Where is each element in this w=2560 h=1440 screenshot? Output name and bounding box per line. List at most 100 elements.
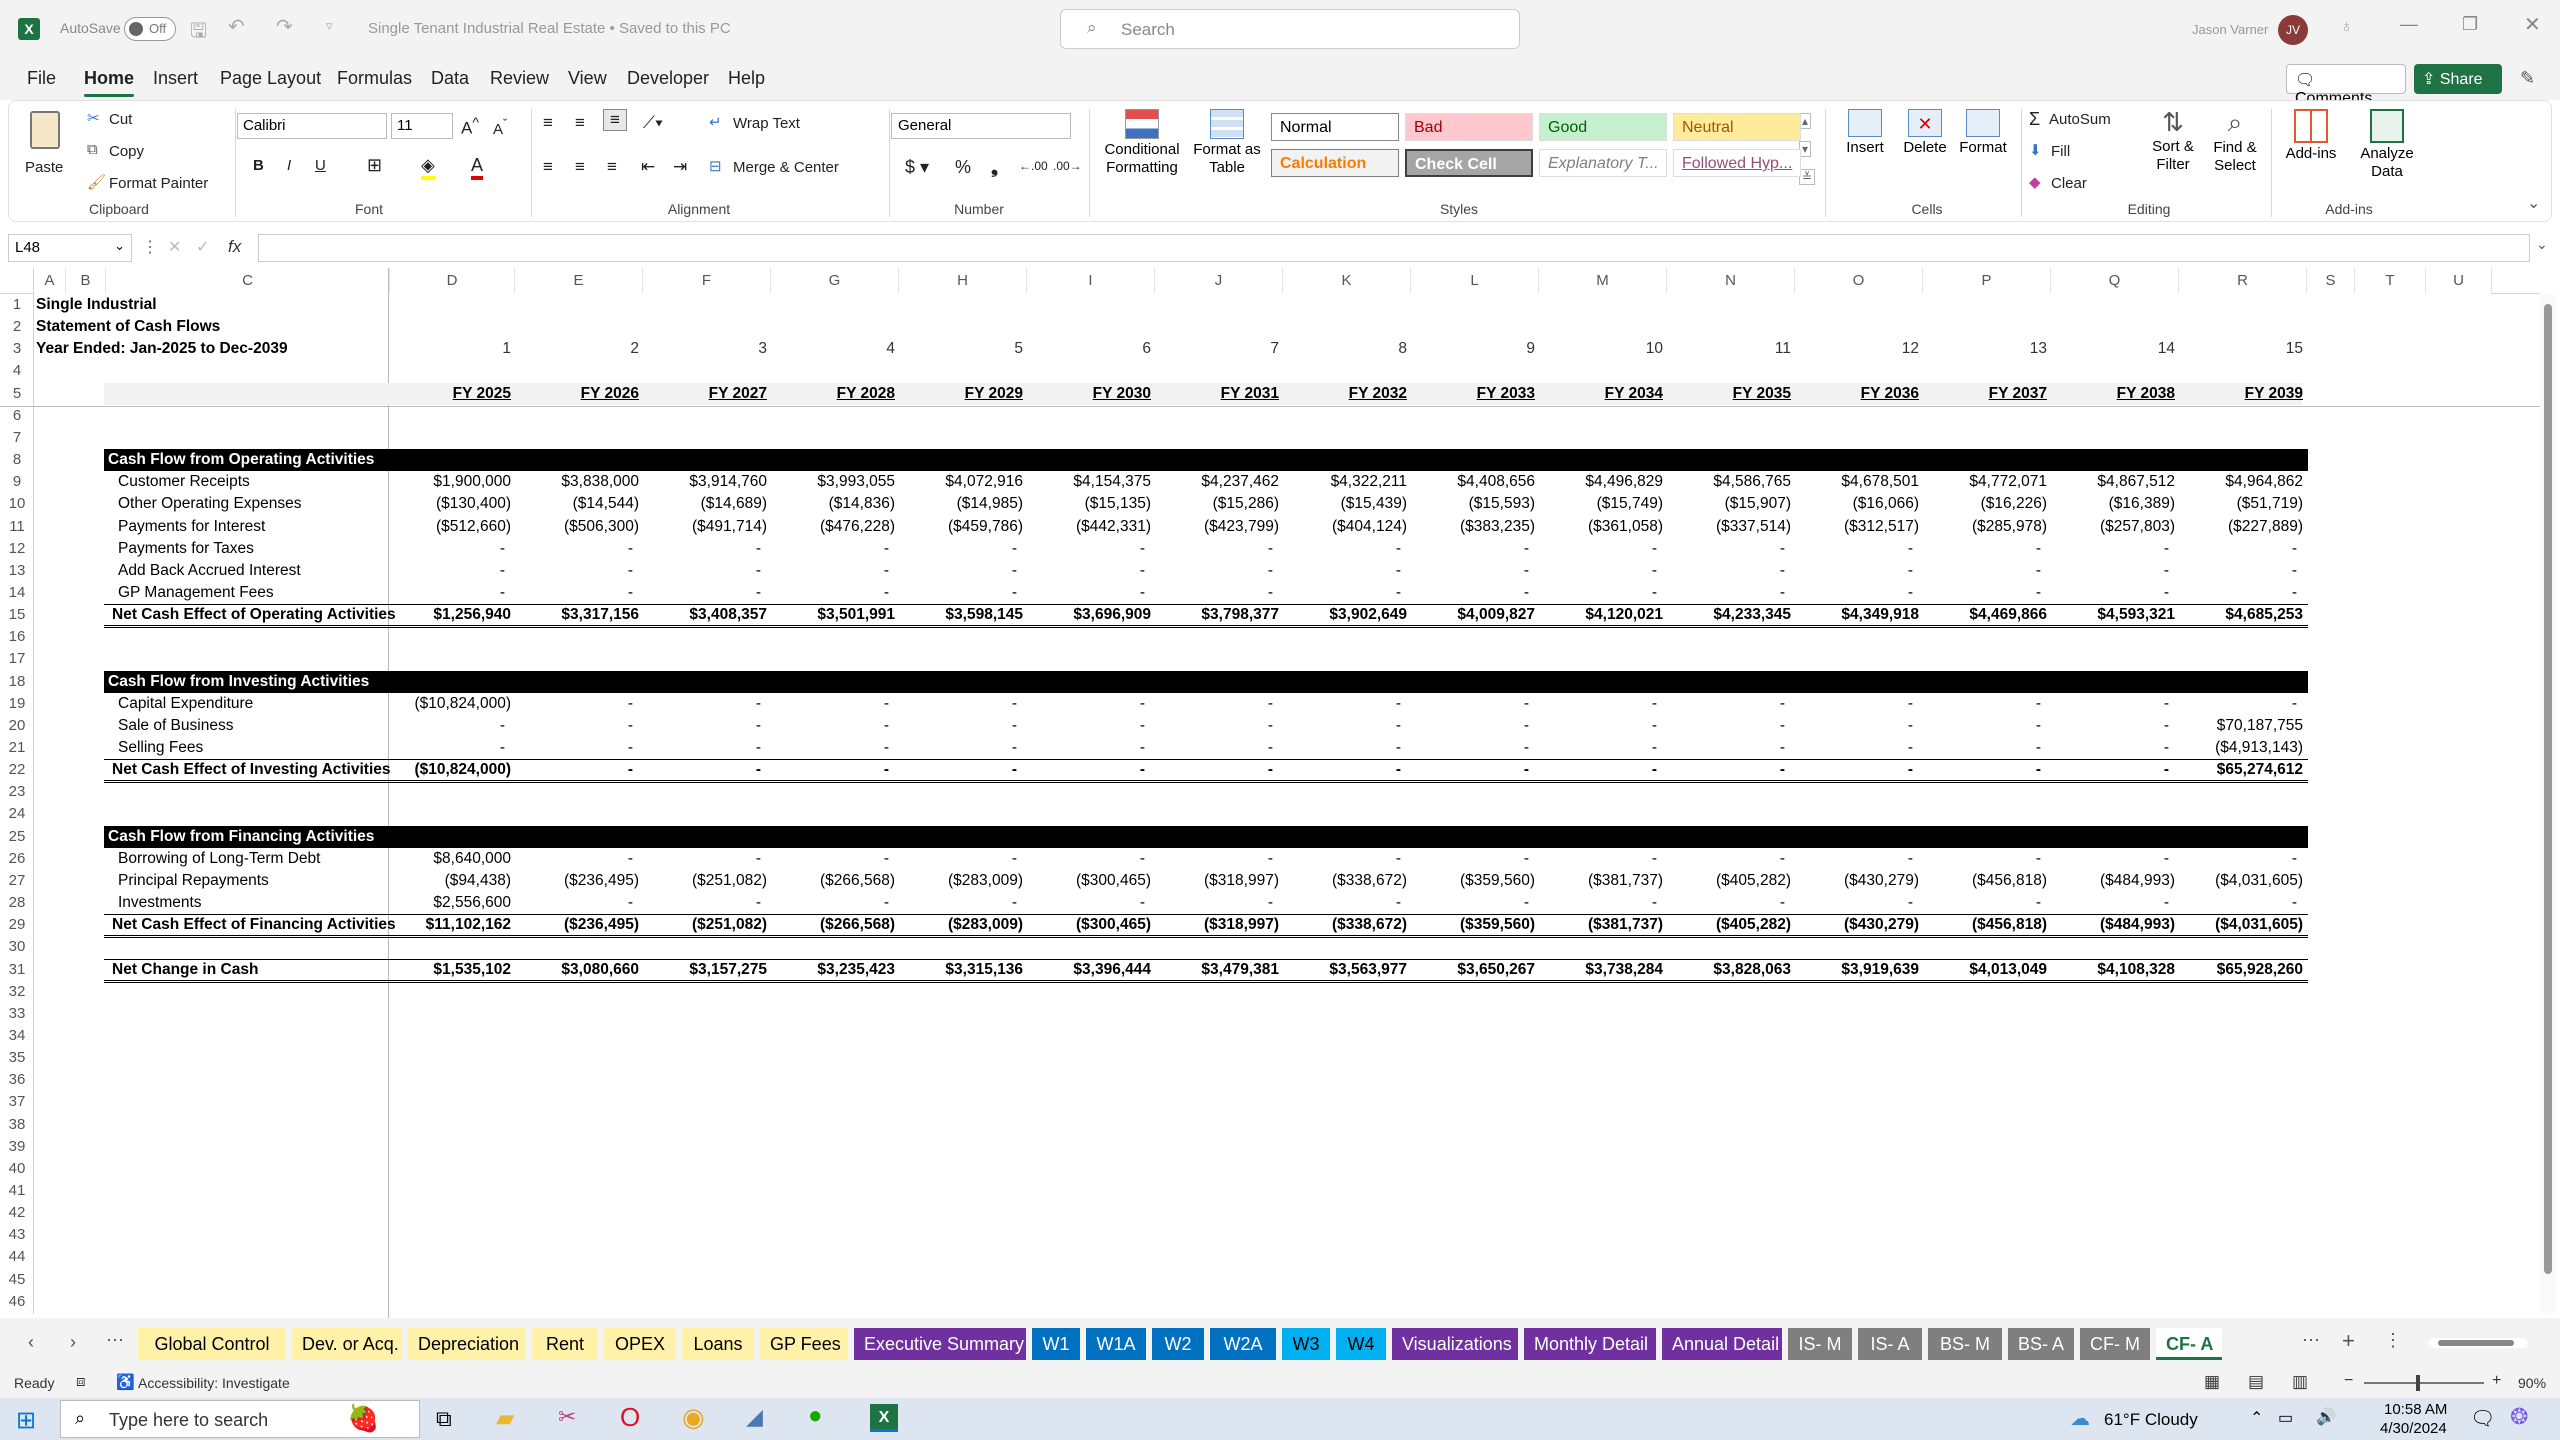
vertical-scrollbar-thumb[interactable] (2544, 304, 2552, 1274)
font-size-select[interactable]: 11 (391, 113, 453, 139)
formula-input[interactable] (258, 234, 2530, 262)
increase-decimal-icon[interactable]: ←.00 (1019, 159, 1048, 173)
feedback-icon[interactable]: ✎ (2520, 68, 2535, 89)
excel-taskbar-icon[interactable]: X (870, 1404, 898, 1432)
insert-function-icon[interactable]: fx (228, 237, 241, 257)
row-header[interactable]: 34 (0, 1025, 34, 1047)
upwork-icon[interactable]: ● (808, 1402, 823, 1430)
row-header[interactable]: 8 (0, 449, 34, 471)
more-icon[interactable]: ⋮ (142, 237, 158, 257)
row-header[interactable]: 20 (0, 715, 34, 737)
row-header[interactable]: 24 (0, 803, 34, 825)
row-header[interactable]: 6 (0, 405, 34, 427)
format-painter-button[interactable]: Format Painter (109, 175, 208, 192)
zoom-out-icon[interactable]: − (2344, 1372, 2353, 1390)
sheet-tab-global-control[interactable]: Global Control (138, 1328, 286, 1360)
wrap-text-button[interactable]: Wrap Text (733, 115, 800, 132)
row-header[interactable]: 27 (0, 870, 34, 892)
row-header[interactable]: 41 (0, 1180, 34, 1202)
row-header[interactable]: 19 (0, 693, 34, 715)
sheet-tab-bs-a[interactable]: BS- A (2008, 1328, 2074, 1360)
restore-icon[interactable]: ❐ (2462, 14, 2478, 35)
row-header[interactable]: 10 (0, 493, 34, 515)
zoom-slider[interactable] (2364, 1375, 2484, 1391)
avatar[interactable]: JV (2278, 15, 2308, 45)
sheet-tab-cf-a[interactable]: CF- A (2156, 1328, 2222, 1360)
scroll-tabs-left-icon[interactable]: ‹ (28, 1332, 34, 1353)
opera-icon[interactable]: O (620, 1402, 640, 1433)
decrease-font-icon[interactable]: Aˇ (493, 117, 507, 138)
row-header[interactable]: 13 (0, 560, 34, 582)
styles-more-icon[interactable]: ≚ (1799, 169, 1816, 185)
expand-formula-icon[interactable]: ⌄ (2536, 236, 2548, 253)
windows-start-icon[interactable]: ⊞ (16, 1406, 36, 1435)
cell-style-calculation[interactable]: Calculation (1271, 149, 1399, 177)
cut-button[interactable]: Cut (109, 111, 132, 128)
row-header[interactable]: 28 (0, 892, 34, 914)
sheet-options-icon[interactable]: ⋮ (2384, 1330, 2402, 1351)
row-header[interactable]: 33 (0, 1003, 34, 1025)
row-header[interactable]: 38 (0, 1114, 34, 1136)
row-header[interactable]: 45 (0, 1269, 34, 1291)
row-header[interactable]: 35 (0, 1047, 34, 1069)
decrease-indent-icon[interactable]: ⇤ (641, 157, 655, 177)
column-header-U[interactable]: U (2426, 268, 2492, 294)
cell-style-explanatory-t-[interactable]: Explanatory T... (1539, 149, 1667, 177)
copilot-icon[interactable]: ❂ (2510, 1404, 2528, 1430)
taskbar-search[interactable]: ⌕ Type here to search 🍓 (60, 1400, 420, 1438)
customize-qat-icon[interactable]: ▿ (326, 18, 333, 34)
number-format-select[interactable]: General (891, 113, 1071, 139)
file-explorer-icon[interactable]: ▰ (496, 1404, 514, 1433)
align-middle-icon[interactable]: ≡ (575, 113, 585, 133)
horizontal-scrollbar[interactable] (2428, 1338, 2528, 1348)
name-box[interactable]: L48 ⌄ (8, 234, 132, 262)
align-right-icon[interactable]: ≡ (607, 157, 617, 177)
excel-logo-icon[interactable]: X (18, 18, 40, 40)
column-header-G[interactable]: G (771, 268, 899, 294)
copy-button[interactable]: Copy (109, 143, 144, 160)
column-header-T[interactable]: T (2355, 268, 2426, 294)
sheet-tab-w3[interactable]: W3 (1282, 1328, 1330, 1360)
row-header[interactable]: 42 (0, 1202, 34, 1224)
align-left-icon[interactable]: ≡ (543, 157, 553, 177)
search-box[interactable]: ⌕ Search (1060, 9, 1520, 49)
column-header-N[interactable]: N (1667, 268, 1795, 294)
format-cells-button[interactable]: Format (1953, 107, 2013, 187)
align-center-icon[interactable]: ≡ (575, 157, 585, 177)
decrease-decimal-icon[interactable]: .00→ (1053, 159, 1082, 173)
sheet-tab-depreciation[interactable]: Depreciation (408, 1328, 526, 1360)
sheet-tab-opex[interactable]: OPEX (604, 1328, 676, 1360)
sheet-tab-is-a[interactable]: IS- A (1858, 1328, 1922, 1360)
autosum-button[interactable]: AutoSum (2049, 111, 2111, 128)
accessibility-status[interactable]: Accessibility: Investigate (138, 1375, 290, 1391)
row-header[interactable]: 25 (0, 826, 34, 848)
row-header[interactable]: 21 (0, 737, 34, 759)
column-header-F[interactable]: F (643, 268, 771, 294)
italic-icon[interactable]: I (287, 157, 291, 174)
tab-data[interactable]: Data (431, 68, 469, 89)
column-header-J[interactable]: J (1155, 268, 1283, 294)
font-color-icon[interactable]: A (471, 155, 484, 180)
column-header-B[interactable]: B (66, 268, 106, 294)
column-header-K[interactable]: K (1283, 268, 1411, 294)
zoom-level[interactable]: 90% (2518, 1375, 2546, 1391)
more-tabs-icon[interactable]: ⋯ (106, 1330, 124, 1351)
sheet-tab-bs-m[interactable]: BS- M (1928, 1328, 2002, 1360)
tab-insert[interactable]: Insert (153, 68, 198, 89)
format-as-table-button[interactable]: Format as Table (1191, 107, 1263, 191)
sheet-tab-w4[interactable]: W4 (1336, 1328, 1386, 1360)
row-header[interactable]: 29 (0, 914, 34, 936)
tab-page-layout[interactable]: Page Layout (220, 68, 321, 89)
column-header-L[interactable]: L (1411, 268, 1539, 294)
tab-file[interactable]: File (27, 68, 56, 89)
delete-cells-button[interactable]: ✕ Delete (1897, 107, 1953, 187)
comments-button[interactable]: 🗨 Comments (2286, 64, 2406, 107)
tray-chevron-icon[interactable]: ⌃ (2250, 1408, 2263, 1428)
row-header[interactable]: 31 (0, 959, 34, 981)
row-header[interactable]: 37 (0, 1091, 34, 1113)
tabs-overflow-icon[interactable]: ⋯ (2302, 1330, 2320, 1351)
conditional-formatting-button[interactable]: Conditional Formatting (1097, 107, 1187, 191)
close-icon[interactable]: ✕ (2524, 12, 2541, 37)
column-header-R[interactable]: R (2179, 268, 2307, 294)
row-header[interactable]: 46 (0, 1291, 34, 1313)
